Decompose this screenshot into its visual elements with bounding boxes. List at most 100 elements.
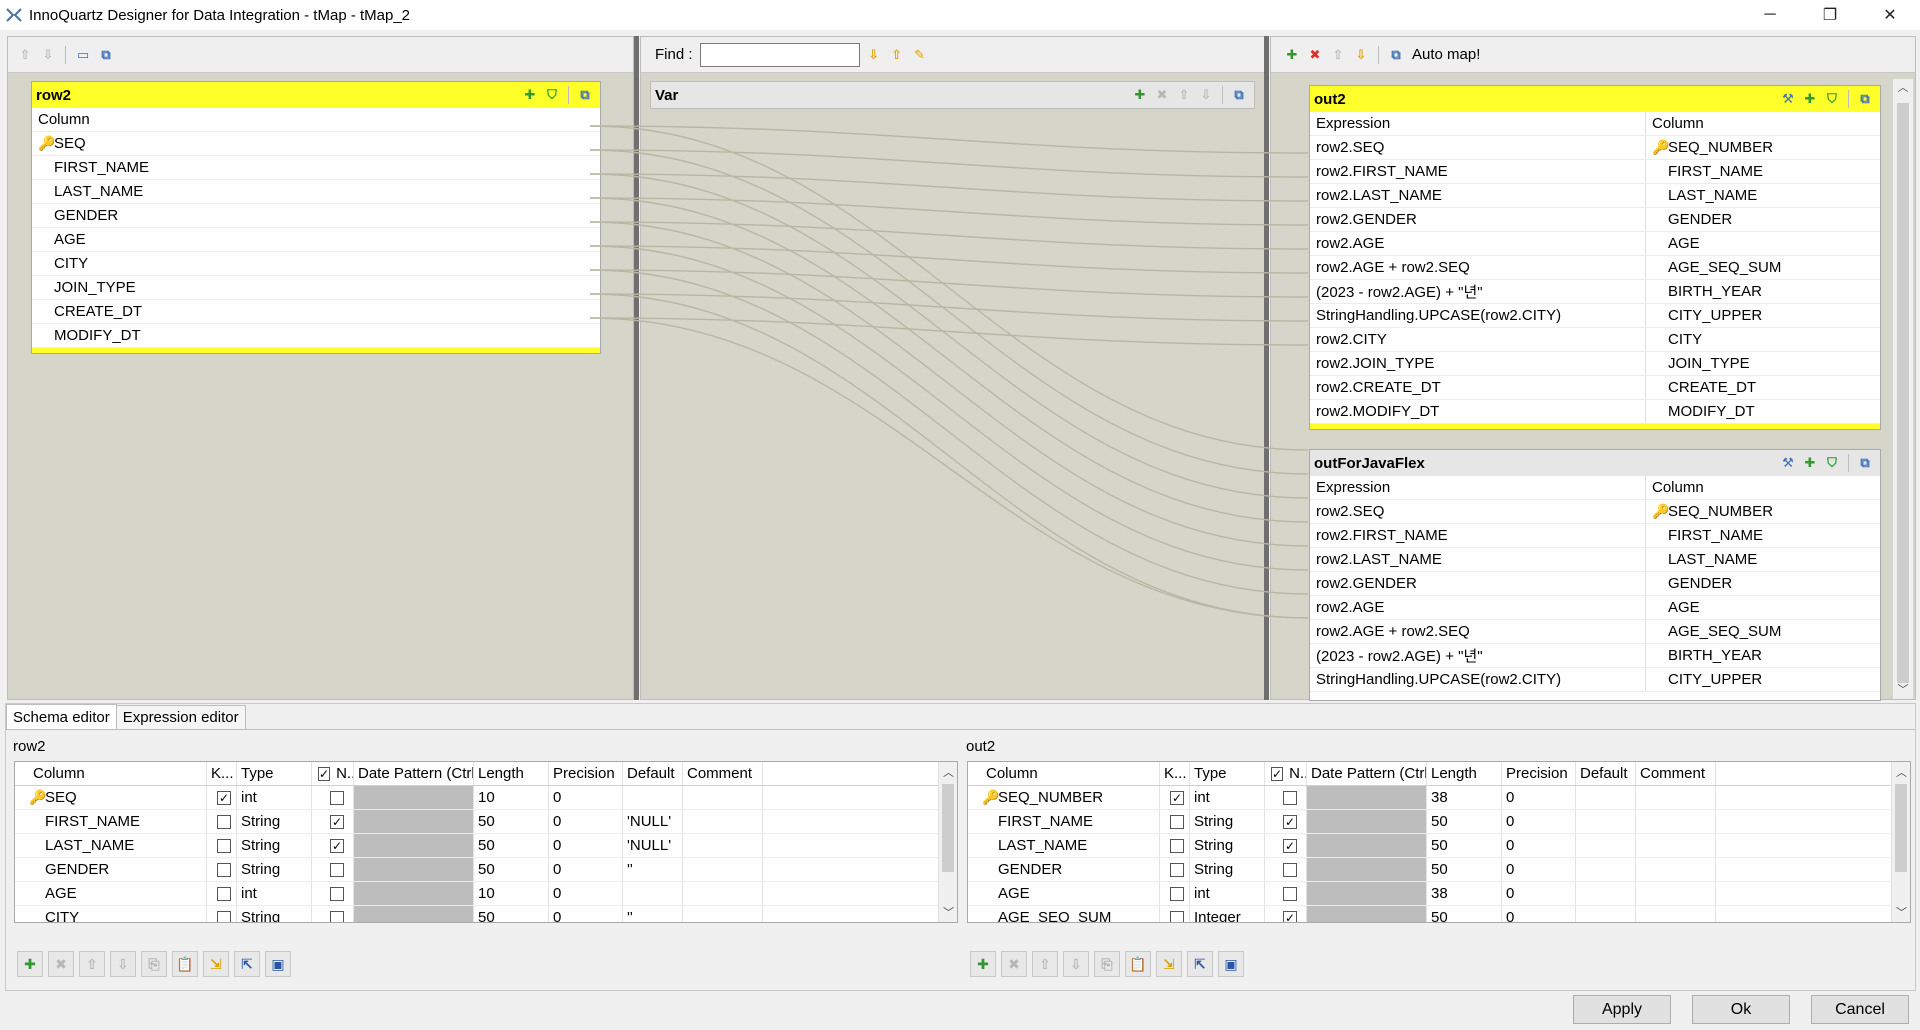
expression-cell[interactable]: (2023 - row2.AGE) + "년" <box>1310 280 1646 303</box>
default-cell[interactable] <box>1576 906 1636 922</box>
table-row[interactable]: GENDER String 50 0 <box>968 858 1910 882</box>
column-cell[interactable]: LAST_NAME <box>15 834 207 857</box>
default-cell[interactable]: '' <box>623 858 683 881</box>
type-cell[interactable]: String <box>237 810 312 833</box>
key-cell[interactable] <box>207 810 237 833</box>
expression-cell[interactable]: row2.LAST_NAME <box>1310 548 1646 571</box>
import-icon[interactable]: ⇲ <box>1156 951 1182 977</box>
expression-cell[interactable]: (2023 - row2.AGE) + "년" <box>1310 644 1646 667</box>
table-row[interactable]: row2.FIRST_NAME FIRST_NAME <box>1310 524 1880 548</box>
table-row[interactable]: (2023 - row2.AGE) + "년" BIRTH_YEAR <box>1310 644 1880 668</box>
table-row[interactable]: row2.CREATE_DT CREATE_DT <box>1310 376 1880 400</box>
key-cell[interactable] <box>1160 882 1190 905</box>
table-row[interactable]: row2.AGE AGE <box>1310 596 1880 620</box>
length-cell[interactable]: 50 <box>474 834 549 857</box>
nullable-cell[interactable]: ✓ <box>1265 810 1307 833</box>
grid-header-cell[interactable]: Default <box>1576 762 1636 785</box>
nullable-cell[interactable]: ✓ <box>1265 906 1307 922</box>
table-row[interactable]: row2.AGE AGE <box>1310 232 1880 256</box>
remove-output-icon[interactable]: ✖ <box>1306 46 1324 64</box>
table-row[interactable]: MODIFY_DT <box>32 324 600 348</box>
nullable-cell[interactable]: ✓ <box>312 834 354 857</box>
table-row[interactable]: 🔑SEQ <box>32 132 600 156</box>
table-row[interactable]: AGE <box>32 228 600 252</box>
table-row[interactable]: CITY <box>32 252 600 276</box>
grid-header-cell[interactable]: Length <box>474 762 549 785</box>
key-cell[interactable] <box>1160 834 1190 857</box>
key-cell[interactable]: ✓ <box>1160 786 1190 809</box>
precision-cell[interactable]: 0 <box>1502 858 1576 881</box>
type-cell[interactable]: String <box>1190 810 1265 833</box>
remove-var-icon[interactable]: ✖ <box>1153 86 1171 104</box>
comment-cell[interactable] <box>683 810 763 833</box>
comment-cell[interactable] <box>683 906 763 922</box>
expression-cell[interactable]: row2.LAST_NAME <box>1310 184 1646 207</box>
minimize-table-icon[interactable]: ⧉ <box>1856 454 1874 472</box>
expression-cell[interactable]: row2.GENDER <box>1310 572 1646 595</box>
wrench-icon[interactable]: ⚒ <box>1779 90 1797 108</box>
key-checkbox[interactable] <box>217 838 231 853</box>
column-cell[interactable]: 🔑 SEQ <box>15 786 207 809</box>
var-table-header[interactable]: Var ✚ ✖ ⇧ ⇩ ⧉ <box>651 82 1254 108</box>
copy-icon[interactable]: ⎘ <box>141 951 167 977</box>
table-row[interactable]: GENDER <box>32 204 600 228</box>
export-icon[interactable]: ⇱ <box>1187 951 1213 977</box>
expression-cell[interactable]: row2.FIRST_NAME <box>1310 524 1646 547</box>
scroll-up-icon[interactable]: ︿ <box>1893 79 1913 97</box>
close-button[interactable]: ✕ <box>1860 0 1920 30</box>
comment-cell[interactable] <box>1636 882 1716 905</box>
date-pattern-cell[interactable] <box>354 858 474 881</box>
table-row[interactable]: 🔑 SEQ ✓ int 10 0 <box>15 786 957 810</box>
length-cell[interactable]: 38 <box>1427 882 1502 905</box>
table-row[interactable]: FIRST_NAME String ✓ 50 0 <box>968 810 1910 834</box>
key-checkbox[interactable] <box>217 862 231 877</box>
add-column-icon[interactable]: ✚ <box>1801 454 1819 472</box>
date-pattern-cell[interactable] <box>1307 858 1427 881</box>
date-pattern-cell[interactable] <box>1307 810 1427 833</box>
expression-cell[interactable]: row2.JOIN_TYPE <box>1310 352 1646 375</box>
find-next-icon[interactable]: ⇩ <box>865 46 883 64</box>
grid-header-cell[interactable]: Precision <box>1502 762 1576 785</box>
nullable-checkbox[interactable] <box>1283 790 1297 805</box>
table-row[interactable]: row2.JOIN_TYPE JOIN_TYPE <box>1310 352 1880 376</box>
table-row[interactable]: row2.GENDER GENDER <box>1310 572 1880 596</box>
restore-button[interactable]: ❐ <box>1800 0 1860 30</box>
default-cell[interactable] <box>1576 882 1636 905</box>
nullable-checkbox[interactable]: ✓ <box>1283 838 1297 853</box>
type-cell[interactable]: int <box>237 786 312 809</box>
remove-row-icon[interactable]: ✖ <box>1001 951 1027 977</box>
table-row[interactable]: row2.CITY CITY <box>1310 328 1880 352</box>
move-up-icon[interactable]: ⇧ <box>16 46 34 64</box>
date-pattern-cell[interactable] <box>1307 786 1427 809</box>
wrench-icon[interactable]: ⚒ <box>1779 454 1797 472</box>
key-checkbox[interactable] <box>217 814 231 829</box>
expression-cell[interactable]: StringHandling.UPCASE(row2.CITY) <box>1310 304 1646 327</box>
nullable-cell[interactable] <box>312 786 354 809</box>
date-pattern-cell[interactable] <box>354 906 474 922</box>
grid-header-cell[interactable]: ✓ N... <box>1265 762 1307 785</box>
tab-schema-editor[interactable]: Schema editor <box>6 704 117 729</box>
comment-cell[interactable] <box>1636 810 1716 833</box>
table-row[interactable]: GENDER String 50 0 '' <box>15 858 957 882</box>
grid-header-cell[interactable]: K... <box>1160 762 1190 785</box>
grid-header-cell[interactable]: Column <box>968 762 1160 785</box>
nullable-cell[interactable] <box>312 906 354 922</box>
table-row[interactable]: row2.LAST_NAME LAST_NAME <box>1310 548 1880 572</box>
nullable-all-checkbox[interactable]: ✓ <box>318 766 331 781</box>
date-pattern-cell[interactable] <box>1307 834 1427 857</box>
key-checkbox[interactable] <box>1170 910 1184 922</box>
date-pattern-cell[interactable] <box>354 786 474 809</box>
nullable-checkbox[interactable] <box>330 790 344 805</box>
nullable-cell[interactable] <box>312 882 354 905</box>
filter-icon[interactable]: ⛉ <box>1823 90 1841 108</box>
paste-icon[interactable]: 📋 <box>172 951 198 977</box>
scroll-thumb[interactable] <box>1895 784 1907 872</box>
column-cell[interactable]: AGE <box>15 882 207 905</box>
restore-all-icon[interactable]: ⧉ <box>97 46 115 64</box>
var-up-icon[interactable]: ⇧ <box>1175 86 1193 104</box>
comment-cell[interactable] <box>683 882 763 905</box>
table-row[interactable]: FIRST_NAME String ✓ 50 0 'NULL' <box>15 810 957 834</box>
type-cell[interactable]: String <box>237 858 312 881</box>
table-row[interactable]: FIRST_NAME <box>32 156 600 180</box>
comment-cell[interactable] <box>683 786 763 809</box>
